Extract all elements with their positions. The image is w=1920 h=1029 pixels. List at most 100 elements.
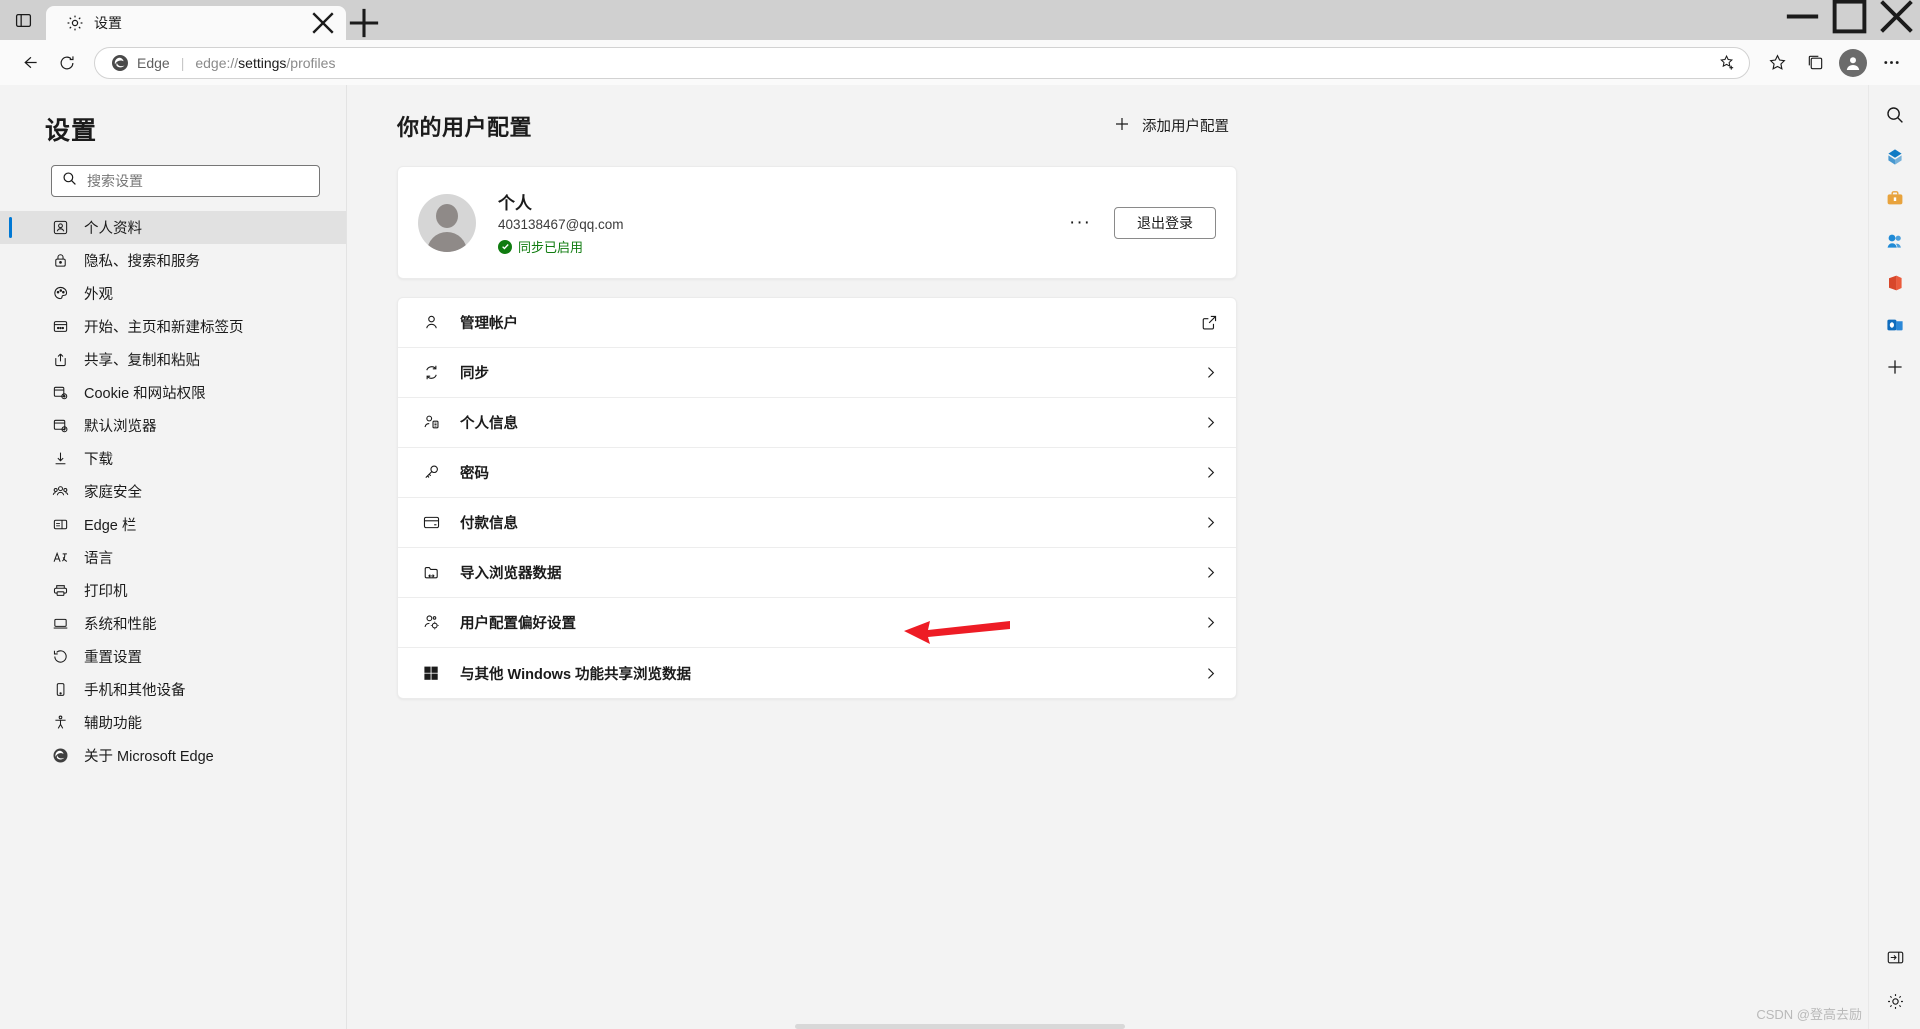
sidebar-item-profiles[interactable]: 个人资料 — [0, 211, 346, 244]
sidebar-item-downloads[interactable]: 下载 — [0, 442, 346, 475]
chevron-right-icon — [1203, 465, 1218, 480]
chevron-right-icon — [1203, 415, 1218, 430]
favorites-button[interactable] — [1758, 44, 1796, 82]
sidebar-item-languages[interactable]: 语言 — [0, 541, 346, 574]
search-settings-box[interactable] — [51, 165, 320, 197]
maximize-button[interactable] — [1826, 0, 1873, 33]
omnibox-separator: | — [180, 54, 185, 71]
list-item-profile-preferences[interactable]: 用户配置偏好设置 — [398, 598, 1236, 648]
profile-info: 个人 403138467@qq.com 同步已启用 — [498, 189, 624, 256]
sidebar-item-appearance[interactable]: 外观 — [0, 277, 346, 310]
profile-actions: ··· 退出登录 — [1064, 206, 1216, 239]
sidebar-item-label: Edge 栏 — [84, 518, 137, 534]
gear-icon — [66, 14, 84, 32]
sidebar-item-printers[interactable]: 打印机 — [0, 574, 346, 607]
sign-out-button[interactable]: 退出登录 — [1114, 206, 1216, 239]
sidebar-item-accessibility[interactable]: 辅助功能 — [0, 706, 346, 739]
check-circle-icon — [498, 239, 512, 254]
profiles-section: 你的用户配置 添加用户配置 个人 403138467@qq.com 同步已启用 … — [397, 109, 1237, 699]
more-options-button[interactable] — [1872, 44, 1910, 82]
palette-icon — [51, 285, 69, 303]
external-link-icon — [1201, 314, 1218, 331]
key-icon — [420, 462, 442, 484]
new-tab-button[interactable] — [346, 6, 382, 40]
sidebar-item-cookies[interactable]: Cookie 和网站权限 — [0, 376, 346, 409]
minimize-button[interactable] — [1779, 0, 1826, 32]
default-browser-icon — [51, 417, 69, 435]
settings-sidebar: 设置 个人资料 — [0, 85, 347, 1029]
edge-logo-icon — [51, 747, 69, 765]
close-window-button[interactable] — [1873, 0, 1920, 33]
games-icon[interactable] — [1877, 223, 1913, 259]
sidebar-item-start-home-newtab[interactable]: 开始、主页和新建标签页 — [0, 310, 346, 343]
sidebar-item-label: 外观 — [84, 287, 113, 303]
card-icon — [420, 512, 442, 534]
address-bar[interactable]: Edge | edge://settings/profiles — [94, 46, 1750, 79]
avatar-head — [436, 203, 458, 228]
sidebar-item-family-safety[interactable]: 家庭安全 — [0, 475, 346, 508]
tab-actions-button[interactable] — [0, 0, 46, 40]
sidebar-item-label: 辅助功能 — [84, 716, 142, 732]
add-profile-button[interactable]: 添加用户配置 — [1106, 109, 1237, 142]
reload-button[interactable] — [48, 44, 86, 82]
sidebar-item-label: 默认浏览器 — [84, 419, 157, 435]
horizontal-scrollbar[interactable] — [795, 1024, 1125, 1029]
shopping-icon[interactable] — [1877, 139, 1913, 175]
sidebar-item-edge-bar[interactable]: Edge 栏 — [0, 508, 346, 541]
sync-status: 同步已启用 — [498, 237, 624, 256]
outlook-icon[interactable] — [1877, 307, 1913, 343]
settings-page: 设置 个人资料 — [0, 85, 1920, 1029]
sidebar-item-label: 关于 Microsoft Edge — [84, 749, 214, 765]
sidebar-item-label: 家庭安全 — [84, 485, 142, 501]
profiles-header: 你的用户配置 添加用户配置 — [397, 109, 1237, 142]
close-icon[interactable] — [310, 10, 336, 36]
list-item-label: 密码 — [460, 466, 489, 482]
sidebar-item-share-copy-paste[interactable]: 共享、复制和粘贴 — [0, 343, 346, 376]
edgebar-icon — [51, 516, 69, 534]
window-controls — [1779, 0, 1920, 40]
list-item-label: 管理帐户 — [460, 316, 518, 332]
list-item-passwords[interactable]: 密码 — [398, 448, 1236, 498]
list-item-share-with-windows[interactable]: 与其他 Windows 功能共享浏览数据 — [398, 648, 1236, 698]
browser-toolbar: Edge | edge://settings/profiles — [0, 40, 1920, 85]
list-item-manage-account[interactable]: 管理帐户 — [398, 298, 1236, 348]
sidebar-item-system-performance[interactable]: 系统和性能 — [0, 607, 346, 640]
omnibox-actions — [1713, 49, 1741, 77]
sidebar-item-reset-settings[interactable]: 重置设置 — [0, 640, 346, 673]
add-icon[interactable] — [1877, 349, 1913, 385]
collections-button[interactable] — [1796, 44, 1834, 82]
tab-strip: 设置 — [0, 0, 1920, 40]
tools-icon[interactable] — [1877, 181, 1913, 217]
list-item-label: 用户配置偏好设置 — [460, 616, 576, 632]
rail-bottom-actions — [1869, 939, 1920, 1019]
profile-settings-list: 管理帐户 同步 个人信息 密码 付款信息 导入浏览器数据 用户配置偏好设置 与其… — [397, 297, 1237, 699]
list-item-sync[interactable]: 同步 — [398, 348, 1236, 398]
sidebar-item-privacy[interactable]: 隐私、搜索和服务 — [0, 244, 346, 277]
profiles-heading: 你的用户配置 — [397, 114, 533, 140]
avatar — [1839, 48, 1867, 77]
search-input[interactable] — [87, 173, 309, 189]
settings-nav: 个人资料 隐私、搜索和服务 外观 开始、主页和新建标签页 共享、复制和粘贴 Co… — [0, 211, 346, 772]
add-to-favorites-icon[interactable] — [1713, 49, 1741, 77]
sidebar-toggle-icon[interactable] — [1877, 939, 1913, 975]
list-item-personal-info[interactable]: 个人信息 — [398, 398, 1236, 448]
edge-sidebar-rail — [1868, 85, 1920, 1029]
settings-gear-icon[interactable] — [1877, 983, 1913, 1019]
sidebar-item-about-edge[interactable]: 关于 Microsoft Edge — [0, 739, 346, 772]
profile-more-button[interactable]: ··· — [1064, 207, 1096, 239]
download-icon — [51, 450, 69, 468]
list-item-import-browser-data[interactable]: 导入浏览器数据 — [398, 548, 1236, 598]
share-icon — [51, 351, 69, 369]
browser-tab[interactable]: 设置 — [46, 6, 346, 40]
office-icon[interactable] — [1877, 265, 1913, 301]
sidebar-item-phone-devices[interactable]: 手机和其他设备 — [0, 673, 346, 706]
sidebar-item-default-browser[interactable]: 默认浏览器 — [0, 409, 346, 442]
page-title: 设置 — [45, 117, 98, 145]
profile-avatar-button[interactable] — [1834, 44, 1872, 82]
accessibility-icon — [51, 714, 69, 732]
family-icon — [51, 483, 69, 501]
back-button[interactable] — [10, 44, 48, 82]
omnibox-brand: Edge — [137, 54, 170, 71]
search-icon[interactable] — [1877, 97, 1913, 133]
list-item-payment-info[interactable]: 付款信息 — [398, 498, 1236, 548]
